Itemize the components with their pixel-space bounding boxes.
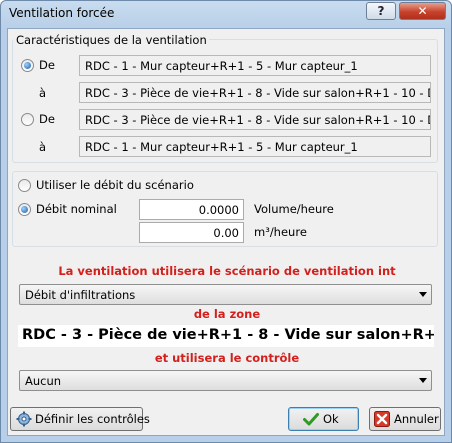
define-controls-label: Définir les contrôles [35, 412, 150, 426]
zone-name-display: RDC - 3 - Pièce de vie+R+1 - 8 - Vide su… [18, 325, 434, 347]
scenario-combobox-value: Débit d'infiltrations [25, 288, 136, 302]
destination-label-1: à [39, 86, 47, 100]
dialog-body: Caractéristiques de la ventilation De RD… [7, 28, 445, 436]
nominal-debit-label[interactable]: Débit nominal [36, 202, 117, 216]
checkmark-icon [303, 411, 319, 427]
destination-label-2: à [39, 140, 47, 154]
m3-per-hour-input[interactable]: 0.00 [139, 222, 244, 243]
cancel-button[interactable]: Annuler [369, 407, 441, 431]
ok-label: Ok [323, 412, 339, 426]
control-combobox-value: Aucun [25, 374, 62, 388]
destination-zone-field-1: RDC - 3 - Pièce de vie+R+1 - 8 - Vide su… [79, 82, 431, 103]
cancel-label: Annuler [394, 412, 439, 426]
scenario-info-line: La ventilation utilisera le scénario de … [58, 264, 396, 278]
volume-per-hour-input[interactable]: 0.0000 [139, 199, 244, 220]
scenario-debit-radio[interactable] [18, 179, 31, 192]
dialog-window: Ventilation forcée ? ✕ Caractéristiques … [0, 0, 452, 443]
help-button[interactable]: ? [366, 2, 396, 20]
direction-radio-2[interactable] [21, 113, 34, 126]
nominal-debit-radio[interactable] [18, 203, 31, 216]
direction-radio-1-label[interactable]: De [39, 58, 55, 72]
destination-zone-field-2: RDC - 1 - Mur capteur+R+1 - 5 - Mur capt… [79, 136, 431, 157]
origin-zone-field-2: RDC - 3 - Pièce de vie+R+1 - 8 - Vide su… [79, 109, 431, 130]
zone-info-line: de la zone [193, 307, 261, 321]
define-controls-button[interactable]: Définir les contrôles [10, 407, 150, 431]
control-info-line: et utilisera le contrôle [154, 351, 300, 365]
ok-button[interactable]: Ok [288, 407, 359, 431]
window-title: Ventilation forcée [9, 6, 115, 20]
cross-icon [374, 411, 390, 427]
chevron-down-icon [419, 292, 427, 297]
direction-radio-1[interactable] [21, 59, 34, 72]
scenario-combobox[interactable]: Débit d'infiltrations [19, 284, 432, 305]
control-combobox[interactable]: Aucun [19, 370, 432, 391]
m3-per-hour-unit: m³/heure [254, 225, 307, 239]
origin-zone-field-1: RDC - 1 - Mur capteur+R+1 - 5 - Mur capt… [79, 55, 431, 76]
scenario-debit-label[interactable]: Utiliser le débit du scénario [36, 178, 194, 192]
direction-radio-2-label[interactable]: De [39, 112, 55, 126]
title-bar[interactable]: Ventilation forcée ? ✕ [1, 1, 451, 27]
close-button[interactable]: ✕ [399, 2, 446, 20]
ventilation-group-title: Caractéristiques de la ventilation [14, 33, 209, 47]
volume-per-hour-unit: Volume/heure [254, 202, 334, 216]
controls-settings-icon [16, 411, 32, 427]
chevron-down-icon [419, 378, 427, 383]
